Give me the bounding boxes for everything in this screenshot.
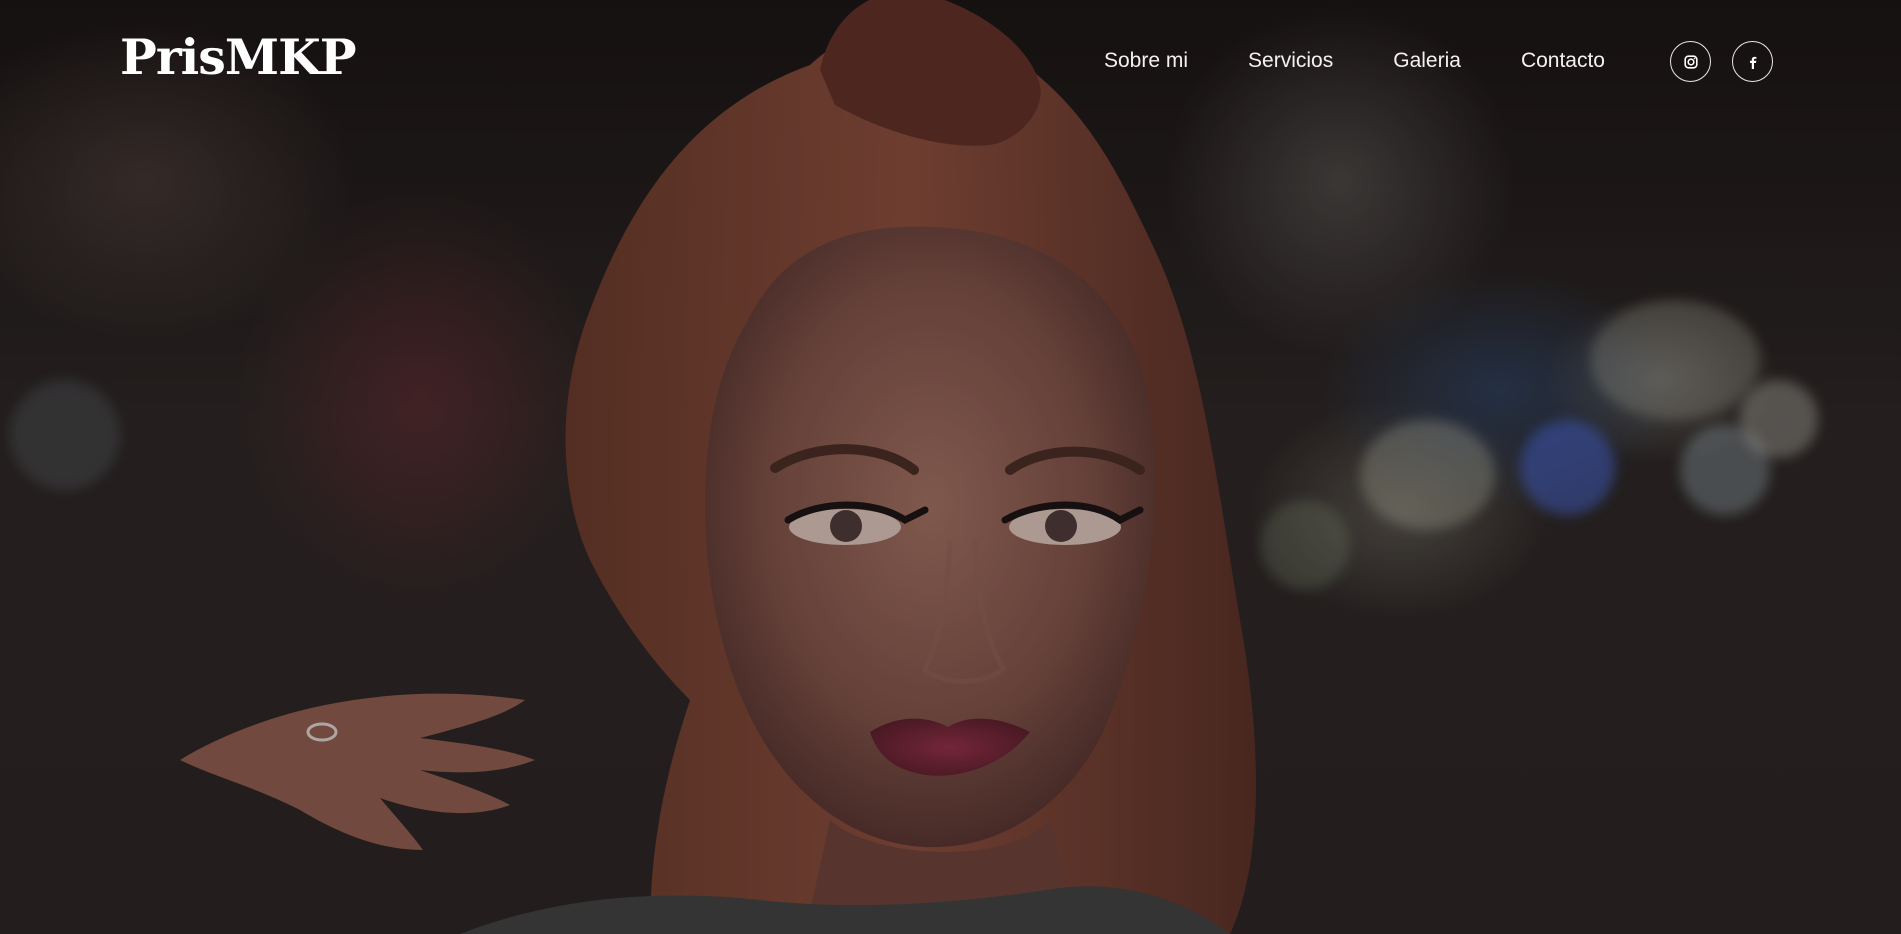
nav-link-galeria[interactable]: Galeria (1393, 43, 1461, 79)
brand-logo[interactable]: PrisMKP (120, 28, 357, 87)
main-navigation: Sobre mi Servicios Galeria Contacto (1104, 43, 1605, 79)
portrait-photo (180, 0, 1256, 934)
facebook-icon (1746, 55, 1760, 69)
left-iris (830, 510, 862, 542)
right-iris (1045, 510, 1077, 542)
hero-section: PrisMKP Sobre mi Servicios Galeria Conta… (0, 0, 1901, 934)
nav-link-sobre-mi[interactable]: Sobre mi (1104, 43, 1188, 79)
instagram-icon (1683, 54, 1699, 70)
site-header: PrisMKP Sobre mi Servicios Galeria Conta… (0, 0, 1901, 125)
nav-link-servicios[interactable]: Servicios (1248, 43, 1333, 79)
nav-link-contacto[interactable]: Contacto (1521, 43, 1605, 79)
facebook-button[interactable] (1732, 41, 1773, 82)
instagram-button[interactable] (1670, 41, 1711, 82)
hand-shape (180, 693, 535, 850)
